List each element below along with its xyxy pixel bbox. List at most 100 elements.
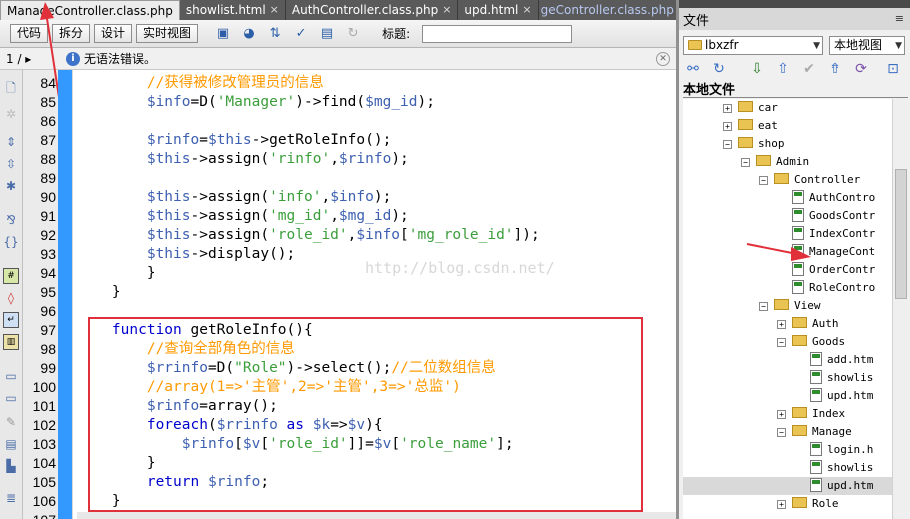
tab-authcontroller[interactable]: AuthController.class.php × (286, 0, 459, 20)
balance-braces-icon[interactable]: {} (3, 234, 19, 250)
tree-file[interactable]: upd.htm (683, 387, 892, 405)
line-number: 104 (32, 455, 56, 471)
line-number: 107 (23, 511, 56, 519)
design-view-button[interactable]: 设计 (94, 24, 133, 43)
document-tab-bar: ManageController.class.php showlist.html… (0, 0, 676, 20)
code-area[interactable]: http://blog.csdn.net/ //获得被修改管理员的信息 $inf… (77, 70, 676, 519)
tree-folder[interactable]: − View (683, 297, 892, 315)
collapse-icon[interactable]: − (777, 338, 786, 347)
expand-all-icon[interactable]: ✱ (3, 178, 19, 194)
tree-label: showlis (827, 461, 874, 474)
visual-aids-icon[interactable]: ▤ (316, 24, 338, 44)
line-numbers-icon[interactable]: # (3, 268, 19, 284)
collapse-icon[interactable]: − (759, 176, 768, 185)
files-tab[interactable]: 文件 (683, 10, 709, 29)
connect-icon[interactable]: ⚯ (683, 59, 703, 79)
tab-showlist[interactable]: showlist.html × (180, 0, 286, 20)
tree-label: Manage (812, 425, 852, 438)
panel-menu-icon[interactable]: ≡ (895, 12, 904, 25)
tree-folder[interactable]: + eat (683, 117, 892, 135)
put-files-icon[interactable]: ⇧ (773, 59, 793, 79)
tree-label: GoodsContr (809, 209, 876, 222)
scroll-thumb[interactable] (895, 169, 907, 299)
title-input[interactable] (422, 24, 573, 43)
chevron-down-icon: ▼ (813, 41, 820, 51)
tree-file[interactable]: GoodsContr (683, 207, 892, 225)
expand-icon[interactable]: + (777, 320, 786, 329)
line-number: 106 (32, 493, 56, 509)
word-wrap-icon[interactable]: ↵ (3, 312, 19, 328)
indent-code-icon[interactable]: ≣ (3, 490, 19, 506)
close-tab-icon[interactable]: × (270, 1, 279, 19)
line-number: 84 (40, 75, 56, 91)
tab-overflow[interactable]: geController.class.php (539, 0, 676, 20)
expand-icon[interactable]: + (723, 104, 732, 113)
move-css-icon[interactable]: ▙ (3, 458, 19, 474)
refresh-icon[interactable]: ↻ (709, 59, 729, 79)
open-documents-icon[interactable]: 🗋 (3, 80, 19, 96)
line-number: 94 (40, 265, 56, 281)
code-line: } (77, 493, 121, 509)
check-out-icon[interactable]: ✔ (799, 59, 819, 79)
annotation-arrow-right (746, 243, 811, 261)
syntax-coloring-icon[interactable]: ▥ (3, 334, 19, 350)
expand-icon[interactable]: + (777, 410, 786, 419)
tree-label: Controller (794, 173, 861, 186)
recent-snippets-icon[interactable]: ▤ (3, 436, 19, 452)
tree-folder[interactable]: − shop (683, 135, 892, 153)
collapse-icon[interactable]: − (759, 302, 768, 311)
tree-folder[interactable]: + Role (683, 495, 892, 513)
collapse-selection-icon[interactable]: ⇳ (3, 156, 19, 172)
tree-folder[interactable]: + car (683, 99, 892, 117)
tree-folder[interactable]: + Auth (683, 315, 892, 333)
expand-icon[interactable]: + (777, 500, 786, 509)
expand-panel-icon[interactable]: ⊡ (883, 59, 903, 79)
tree-file[interactable]: add.htm (683, 351, 892, 369)
collapse-icon[interactable]: − (723, 140, 732, 149)
apply-comment-icon[interactable]: ▭ (3, 368, 19, 384)
tree-file[interactable]: RoleContro (683, 279, 892, 297)
show-code-navigator-icon[interactable]: ✲ (3, 106, 19, 122)
check-page-icon[interactable]: ✓ (290, 24, 312, 44)
close-tab-icon[interactable]: × (442, 1, 451, 19)
tree-file[interactable]: showlis (683, 369, 892, 387)
site-select[interactable]: lbxzfr ▼ (683, 36, 823, 55)
expand-icon[interactable]: + (723, 122, 732, 131)
tab-managecontroller[interactable]: ManageController.class.php (0, 0, 180, 20)
check-in-icon[interactable]: ⇮ (825, 59, 845, 79)
code-line: $info=D('Manager')->find($mg_id); (146, 94, 435, 110)
tree-file[interactable]: login.h (683, 441, 892, 459)
tree-folder[interactable]: − Admin (683, 153, 892, 171)
horizontal-scrollbar[interactable] (77, 512, 676, 519)
multiscreen-icon[interactable]: ▣ (212, 24, 234, 44)
close-icon[interactable]: ✕ (656, 52, 670, 66)
tab-upd[interactable]: upd.html × (458, 0, 539, 20)
file-icon (810, 370, 822, 384)
wrap-tag-icon[interactable]: ✎ (3, 414, 19, 430)
folder-icon (756, 155, 771, 166)
tree-file[interactable]: showlis (683, 459, 892, 477)
collapse-full-tag-icon[interactable]: ⇕ (3, 134, 19, 150)
close-tab-icon[interactable]: × (522, 1, 531, 19)
tree-file[interactable]: AuthContro (683, 189, 892, 207)
select-parent-tag-icon[interactable]: ⅋ (3, 212, 19, 228)
file-management-icon[interactable]: ⇅ (264, 24, 286, 44)
tree-file[interactable]: upd.htm (683, 477, 892, 495)
remove-comment-icon[interactable]: ▭ (3, 390, 19, 406)
get-files-icon[interactable]: ⇩ (747, 59, 767, 79)
highlight-invalid-code-icon[interactable]: ◊ (3, 290, 19, 306)
tree-scrollbar[interactable] (892, 99, 908, 519)
preview-browser-icon[interactable]: ◕ (238, 24, 260, 44)
file-icon (810, 460, 822, 474)
tree-folder[interactable]: − Controller (683, 171, 892, 189)
tree-folder[interactable]: − Goods (683, 333, 892, 351)
file-icon (792, 208, 804, 222)
refresh-icon[interactable]: ↻ (342, 24, 364, 44)
collapse-icon[interactable]: − (741, 158, 750, 167)
live-view-button[interactable]: 实时视图 (136, 24, 199, 43)
tree-folder[interactable]: − Manage (683, 423, 892, 441)
view-select[interactable]: 本地视图 ▼ (829, 36, 905, 55)
collapse-icon[interactable]: − (777, 428, 786, 437)
tree-folder[interactable]: + Index (683, 405, 892, 423)
synchronize-icon[interactable]: ⟳ (851, 59, 871, 79)
